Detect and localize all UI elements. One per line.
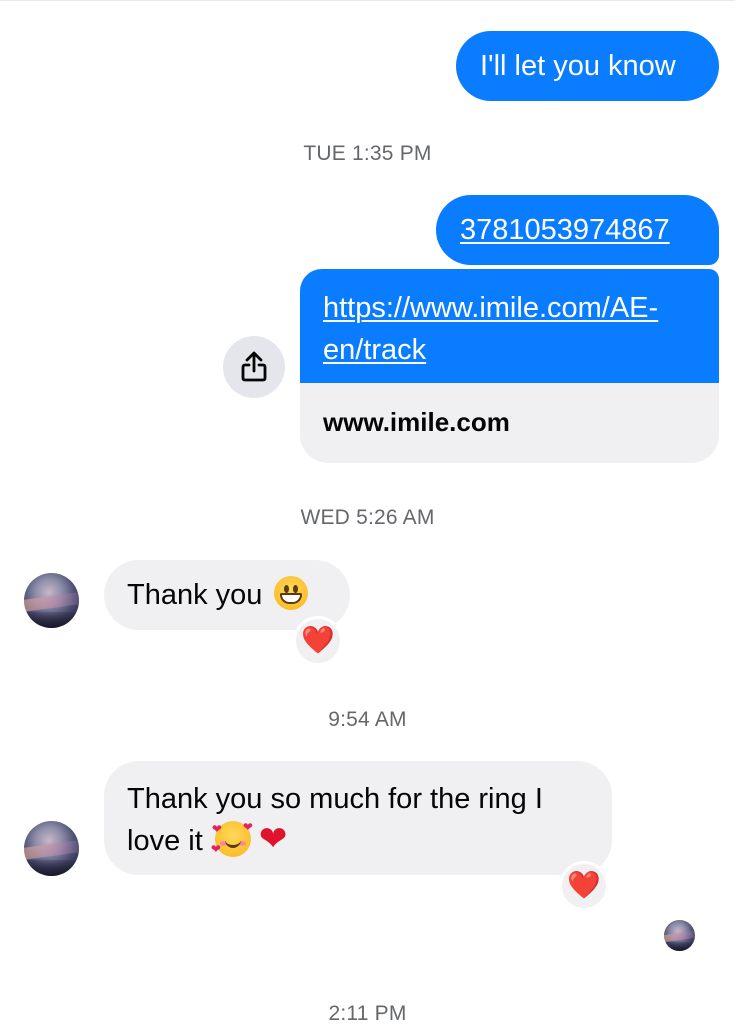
share-button[interactable] bbox=[223, 336, 285, 398]
grinning-face-icon bbox=[274, 576, 309, 611]
link-url-line-2: en/track bbox=[323, 334, 427, 366]
timestamp: WED 5:26 AM bbox=[300, 506, 435, 529]
link-url-line-1: https://www.imile.com/AE- bbox=[323, 292, 659, 324]
outgoing-message-bubble[interactable]: I'll let you know bbox=[456, 31, 719, 101]
heart-reaction-icon: ❤️ bbox=[301, 625, 335, 656]
message-text: Thank you bbox=[127, 579, 263, 611]
contact-avatar[interactable] bbox=[24, 573, 79, 628]
timestamp: 9:54 AM bbox=[328, 708, 407, 731]
smiling-face-with-hearts-icon: ❤ ❤ ❤ bbox=[210, 820, 253, 858]
share-icon bbox=[241, 351, 267, 382]
top-divider bbox=[0, 0, 735, 1]
timestamp: 2:11 PM bbox=[328, 1002, 407, 1025]
tracking-number-link[interactable]: 3781053974867 bbox=[460, 214, 670, 246]
message-text-line-1: Thank you so much for the ring I bbox=[127, 783, 543, 815]
reaction-badge[interactable]: ❤️ bbox=[559, 861, 609, 911]
message-text: I'll let you know bbox=[480, 50, 676, 82]
link-preview-url[interactable]: https://www.imile.com/AE- en/track bbox=[300, 269, 719, 383]
message-text-line-2: love it bbox=[127, 825, 203, 857]
contact-avatar[interactable] bbox=[24, 821, 79, 876]
link-preview-domain: www.imile.com bbox=[323, 407, 510, 437]
heart-reaction-icon: ❤️ bbox=[567, 870, 601, 901]
red-heart-icon: ❤ bbox=[258, 819, 288, 860]
read-receipt-avatar bbox=[664, 920, 695, 951]
incoming-message-bubble[interactable]: Thank you so much for the ring I love it… bbox=[104, 761, 612, 875]
timestamp: TUE 1:35 PM bbox=[303, 142, 432, 165]
link-preview-card[interactable]: https://www.imile.com/AE- en/track www.i… bbox=[300, 269, 719, 463]
outgoing-message-bubble[interactable]: 3781053974867 bbox=[436, 195, 719, 265]
reaction-badge[interactable]: ❤️ bbox=[293, 616, 343, 666]
